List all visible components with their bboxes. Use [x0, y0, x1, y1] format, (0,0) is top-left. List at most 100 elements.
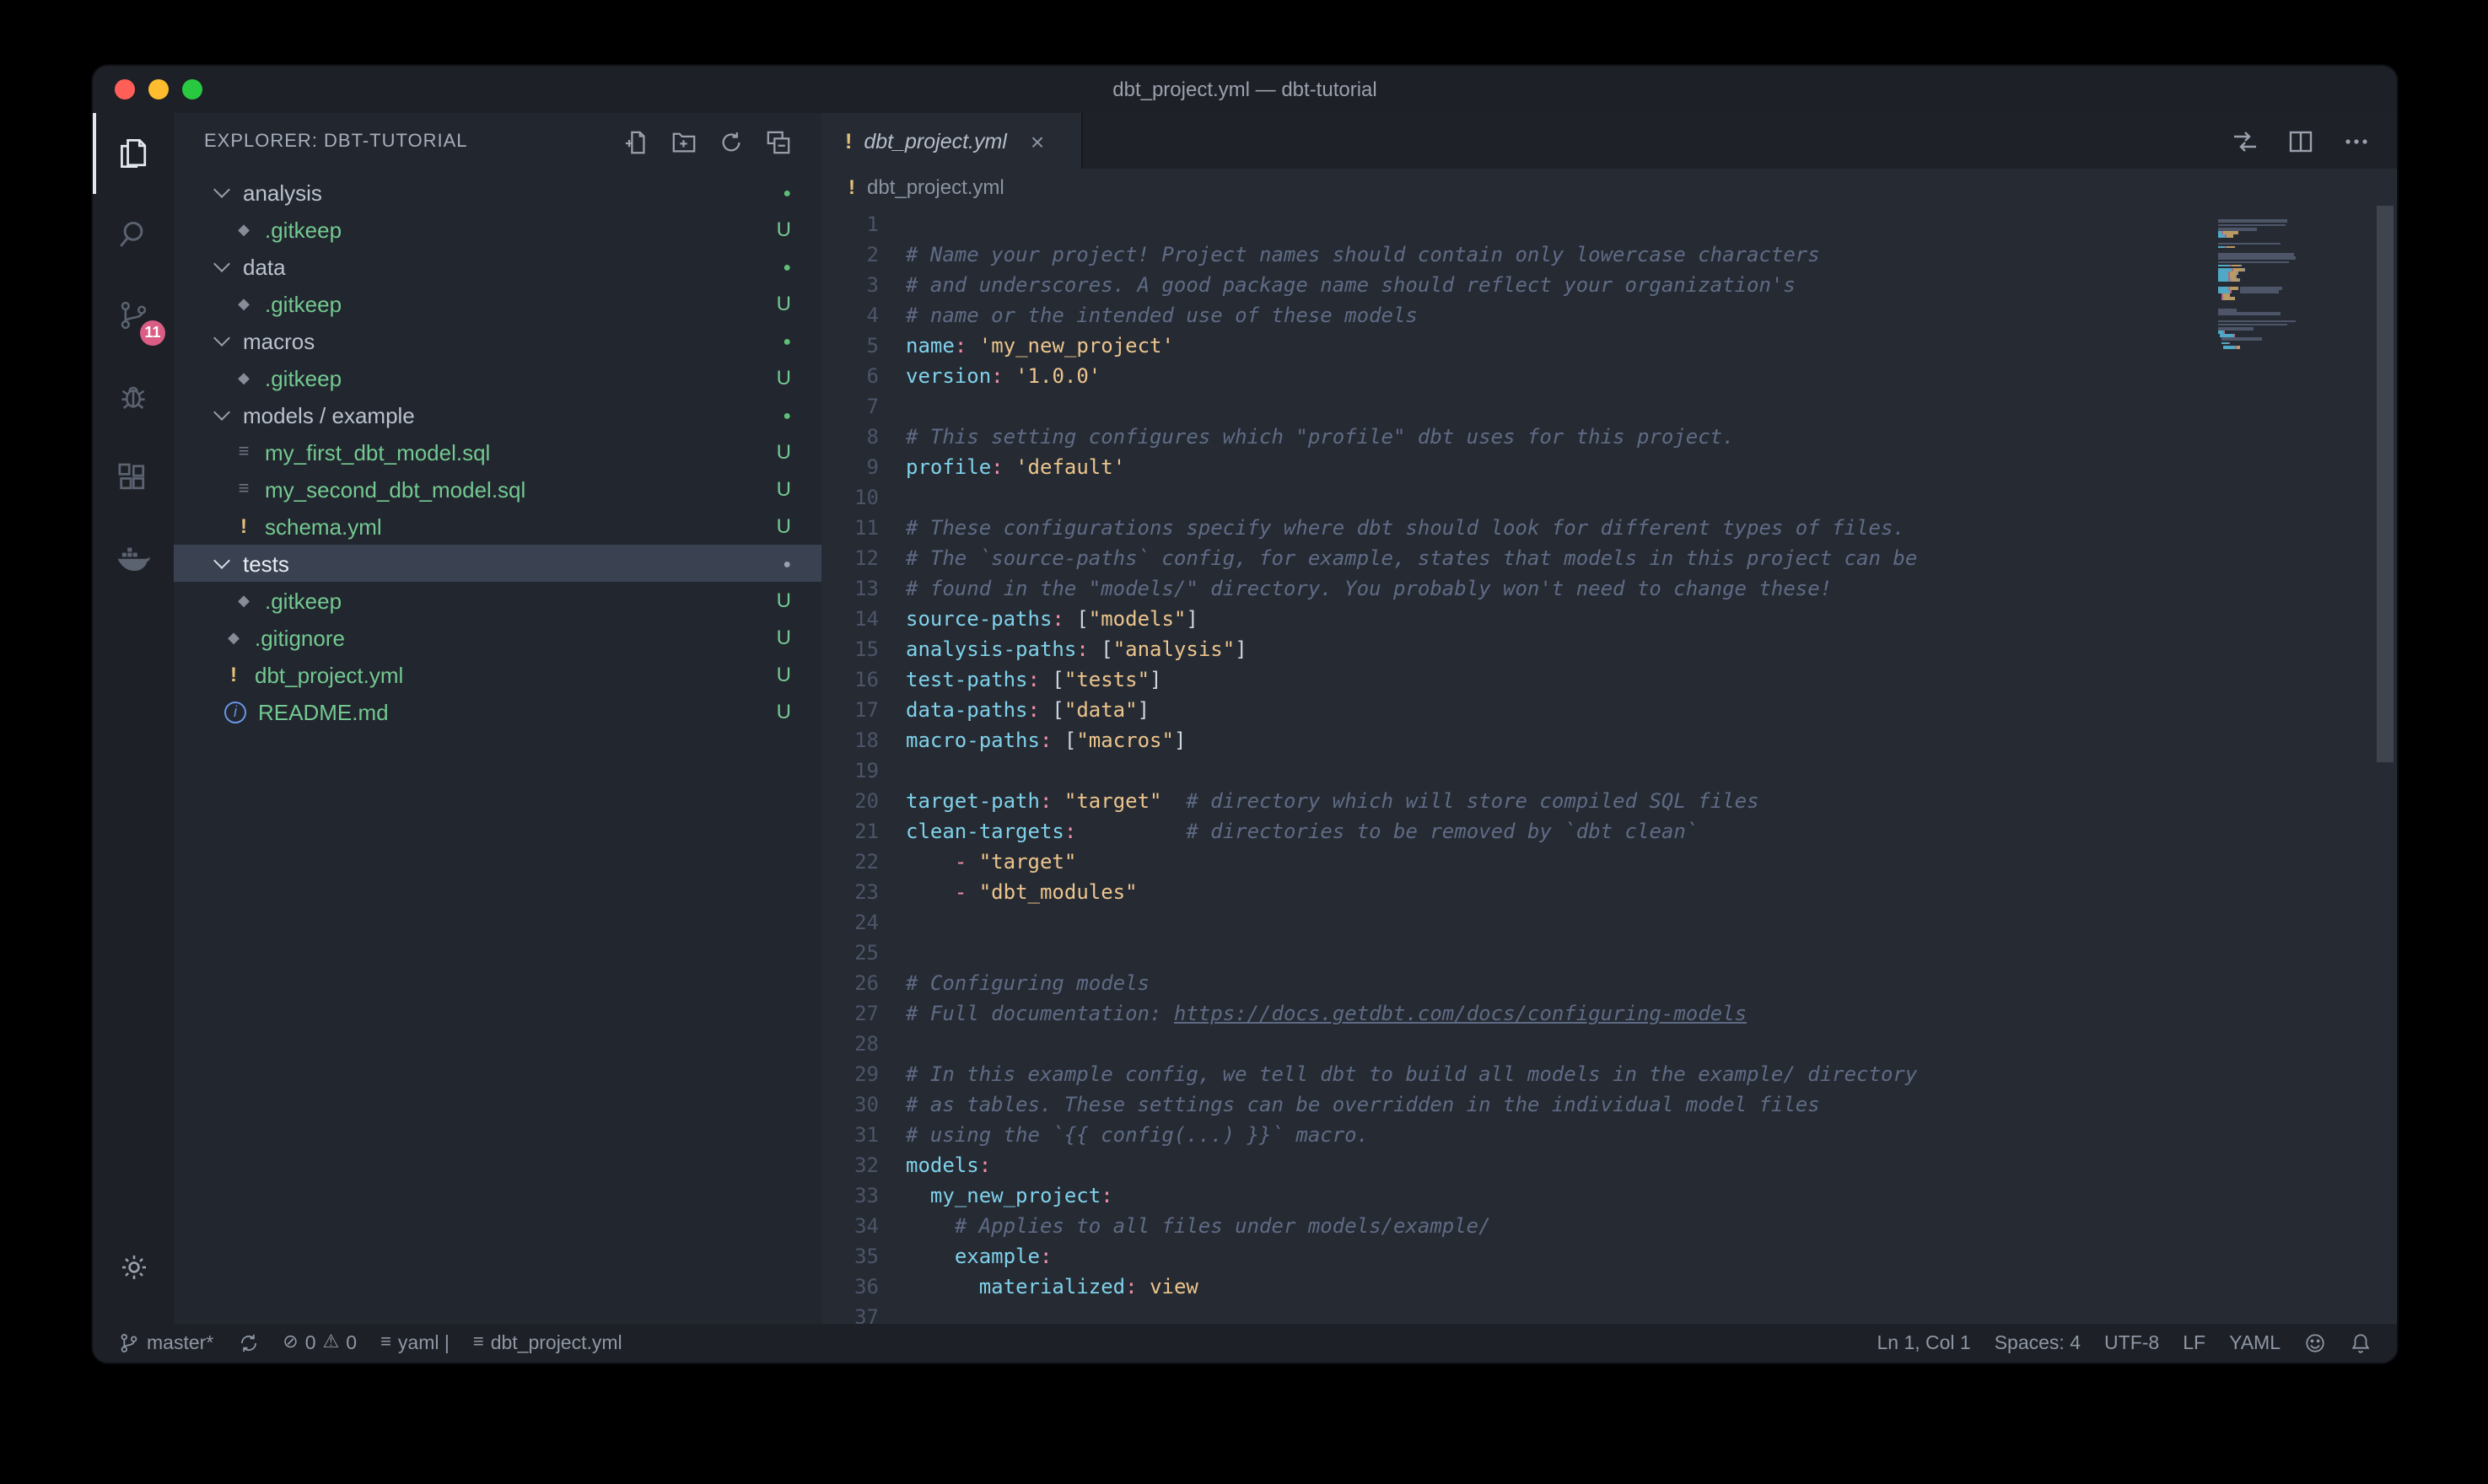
code-line[interactable]: 8# This setting configures which "profil… [821, 422, 2397, 452]
code-line[interactable]: 7 [821, 391, 2397, 422]
status-encoding[interactable]: UTF-8 [2092, 1324, 2171, 1363]
code-line[interactable]: 18macro-paths: ["macros"] [821, 725, 2397, 755]
tree-folder-data[interactable]: data● [174, 248, 821, 285]
code-line[interactable]: 3# and underscores. A good package name … [821, 270, 2397, 300]
tab-dbt-project-yml[interactable]: ! dbt_project.yml × [821, 113, 1083, 169]
minimap[interactable] [2218, 216, 2367, 352]
more-actions-icon[interactable] [2343, 127, 2370, 154]
minimize-window-button[interactable] [148, 79, 169, 99]
tree-file-readme-md[interactable]: iREADME.mdU [174, 693, 821, 730]
tree-file-gitkeep[interactable]: ◆.gitkeepU [174, 582, 821, 619]
tree-file-dbt-project-yml[interactable]: !dbt_project.ymlU [174, 656, 821, 693]
tree-folder-tests[interactable]: tests● [174, 545, 821, 582]
code-line[interactable]: 14source-paths: ["models"] [821, 604, 2397, 634]
status-feedback[interactable] [2292, 1324, 2338, 1363]
tree-file-gitkeep[interactable]: ◆.gitkeepU [174, 285, 821, 322]
code-line[interactable]: 19 [821, 755, 2397, 786]
status-problems[interactable]: ⊘0⚠0 [271, 1324, 369, 1363]
tree-file-my-second-dbt-model-sql[interactable]: ≡my_second_dbt_model.sqlU [174, 470, 821, 508]
chevron-down-icon [211, 551, 236, 575]
line-number: 5 [821, 331, 879, 361]
tree-folder-macros[interactable]: macros● [174, 322, 821, 359]
code-line[interactable]: 27# Full documentation: https://docs.get… [821, 998, 2397, 1029]
status-indentation[interactable]: Spaces: 4 [1983, 1324, 2092, 1363]
code-editor[interactable]: 12# Name your project! Project names sho… [821, 206, 2397, 1324]
tree-item-label: README.md [258, 699, 763, 724]
activity-debug[interactable] [93, 356, 174, 437]
code-line[interactable]: 25 [821, 938, 2397, 968]
status-sync-changes[interactable] [225, 1324, 271, 1363]
code-line[interactable]: 32models: [821, 1150, 2397, 1180]
new-folder-icon[interactable] [671, 129, 697, 154]
activity-settings[interactable] [93, 1226, 174, 1307]
status-cursor-position[interactable]: Ln 1, Col 1 [1865, 1324, 1982, 1363]
code-line[interactable]: 9profile: 'default' [821, 452, 2397, 482]
code-line[interactable]: 20target-path: "target" # directory whic… [821, 786, 2397, 816]
status-language-mode[interactable]: YAML [2217, 1324, 2292, 1363]
activity-search[interactable] [93, 194, 174, 275]
code-line[interactable]: 22 - "target" [821, 847, 2397, 877]
code-line[interactable]: 16test-paths: ["tests"] [821, 664, 2397, 695]
close-tab-icon[interactable]: × [1031, 127, 1044, 154]
refresh-icon[interactable] [719, 129, 744, 154]
code-line[interactable]: 17data-paths: ["data"] [821, 695, 2397, 725]
code-line[interactable]: 4# name or the intended use of these mod… [821, 300, 2397, 331]
breadcrumb-file[interactable]: dbt_project.yml [867, 175, 1004, 199]
split-editor-icon[interactable] [2287, 127, 2314, 154]
code-line[interactable]: 10 [821, 482, 2397, 513]
code-line[interactable]: 24 [821, 907, 2397, 938]
tree-item-label: macros [243, 328, 769, 353]
line-number: 8 [821, 422, 879, 452]
code-line[interactable]: 6version: '1.0.0' [821, 361, 2397, 391]
code-line[interactable]: 15analysis-paths: ["analysis"] [821, 634, 2397, 664]
code-line[interactable]: 11# These configurations specify where d… [821, 513, 2397, 543]
tree-folder-analysis[interactable]: analysis● [174, 174, 821, 211]
line-number: 14 [821, 604, 879, 634]
code-line[interactable]: 36 materialized: view [821, 1272, 2397, 1302]
code-line[interactable]: 33 my_new_project: [821, 1180, 2397, 1211]
code-line[interactable]: 37 [821, 1302, 2397, 1324]
breadcrumb[interactable]: ! dbt_project.yml [821, 169, 2397, 206]
tree-file-schema-yml[interactable]: !schema.ymlU [174, 508, 821, 545]
line-number: 9 [821, 452, 879, 482]
activity-explorer[interactable] [93, 113, 174, 194]
code-line[interactable]: 34 # Applies to all files under models/e… [821, 1211, 2397, 1241]
status-active-file-status[interactable]: ≡dbt_project.yml [461, 1324, 634, 1363]
code-line[interactable]: 23 - "dbt_modules" [821, 877, 2397, 907]
code-line[interactable]: 29# In this example config, we tell dbt … [821, 1059, 2397, 1089]
code-line[interactable]: 13# found in the "models/" directory. Yo… [821, 573, 2397, 604]
status-git-branch[interactable]: master* [106, 1324, 225, 1363]
new-file-icon[interactable] [624, 129, 649, 154]
open-changes-icon[interactable] [2232, 127, 2259, 154]
code-text: # found in the "models/" directory. You … [906, 573, 1832, 604]
status-eol-sequence[interactable]: LF [2171, 1324, 2217, 1363]
activity-docker[interactable] [93, 518, 174, 599]
status-notifications[interactable] [2338, 1324, 2383, 1363]
zoom-window-button[interactable] [182, 79, 202, 99]
tree-file-gitignore[interactable]: ◆.gitignoreU [174, 619, 821, 656]
tree-file-gitkeep[interactable]: ◆.gitkeepU [174, 359, 821, 396]
code-line[interactable]: 1 [821, 209, 2397, 239]
code-line[interactable]: 35 example: [821, 1241, 2397, 1272]
line-number: 23 [821, 877, 879, 907]
editor-scrollbar[interactable] [2377, 206, 2394, 762]
activity-extensions[interactable] [93, 437, 174, 518]
code-line[interactable]: 26# Configuring models [821, 968, 2397, 998]
tree-folder-models-example[interactable]: models / example● [174, 396, 821, 433]
code-line[interactable]: 2# Name your project! Project names shou… [821, 239, 2397, 270]
titlebar[interactable]: dbt_project.yml — dbt-tutorial [93, 66, 2397, 113]
tree-file-gitkeep[interactable]: ◆.gitkeepU [174, 211, 821, 248]
tree-file-my-first-dbt-model-sql[interactable]: ≡my_first_dbt_model.sqlU [174, 433, 821, 470]
close-window-button[interactable] [115, 79, 135, 99]
code-line[interactable]: 30# as tables. These settings can be ove… [821, 1089, 2397, 1120]
code-line[interactable]: 5name: 'my_new_project' [821, 331, 2397, 361]
line-number: 33 [821, 1180, 879, 1211]
git-status-badge: U [777, 440, 791, 464]
code-line[interactable]: 21clean-targets: # directories to be rem… [821, 816, 2397, 847]
code-line[interactable]: 12# The `source-paths` config, for examp… [821, 543, 2397, 573]
code-line[interactable]: 28 [821, 1029, 2397, 1059]
status-yaml-language-status[interactable]: ≡yaml | [369, 1324, 461, 1363]
activity-source-control[interactable]: 11 [93, 275, 174, 356]
collapse-folders-icon[interactable] [766, 129, 791, 154]
code-line[interactable]: 31# using the `{{ config(...) }}` macro. [821, 1120, 2397, 1150]
